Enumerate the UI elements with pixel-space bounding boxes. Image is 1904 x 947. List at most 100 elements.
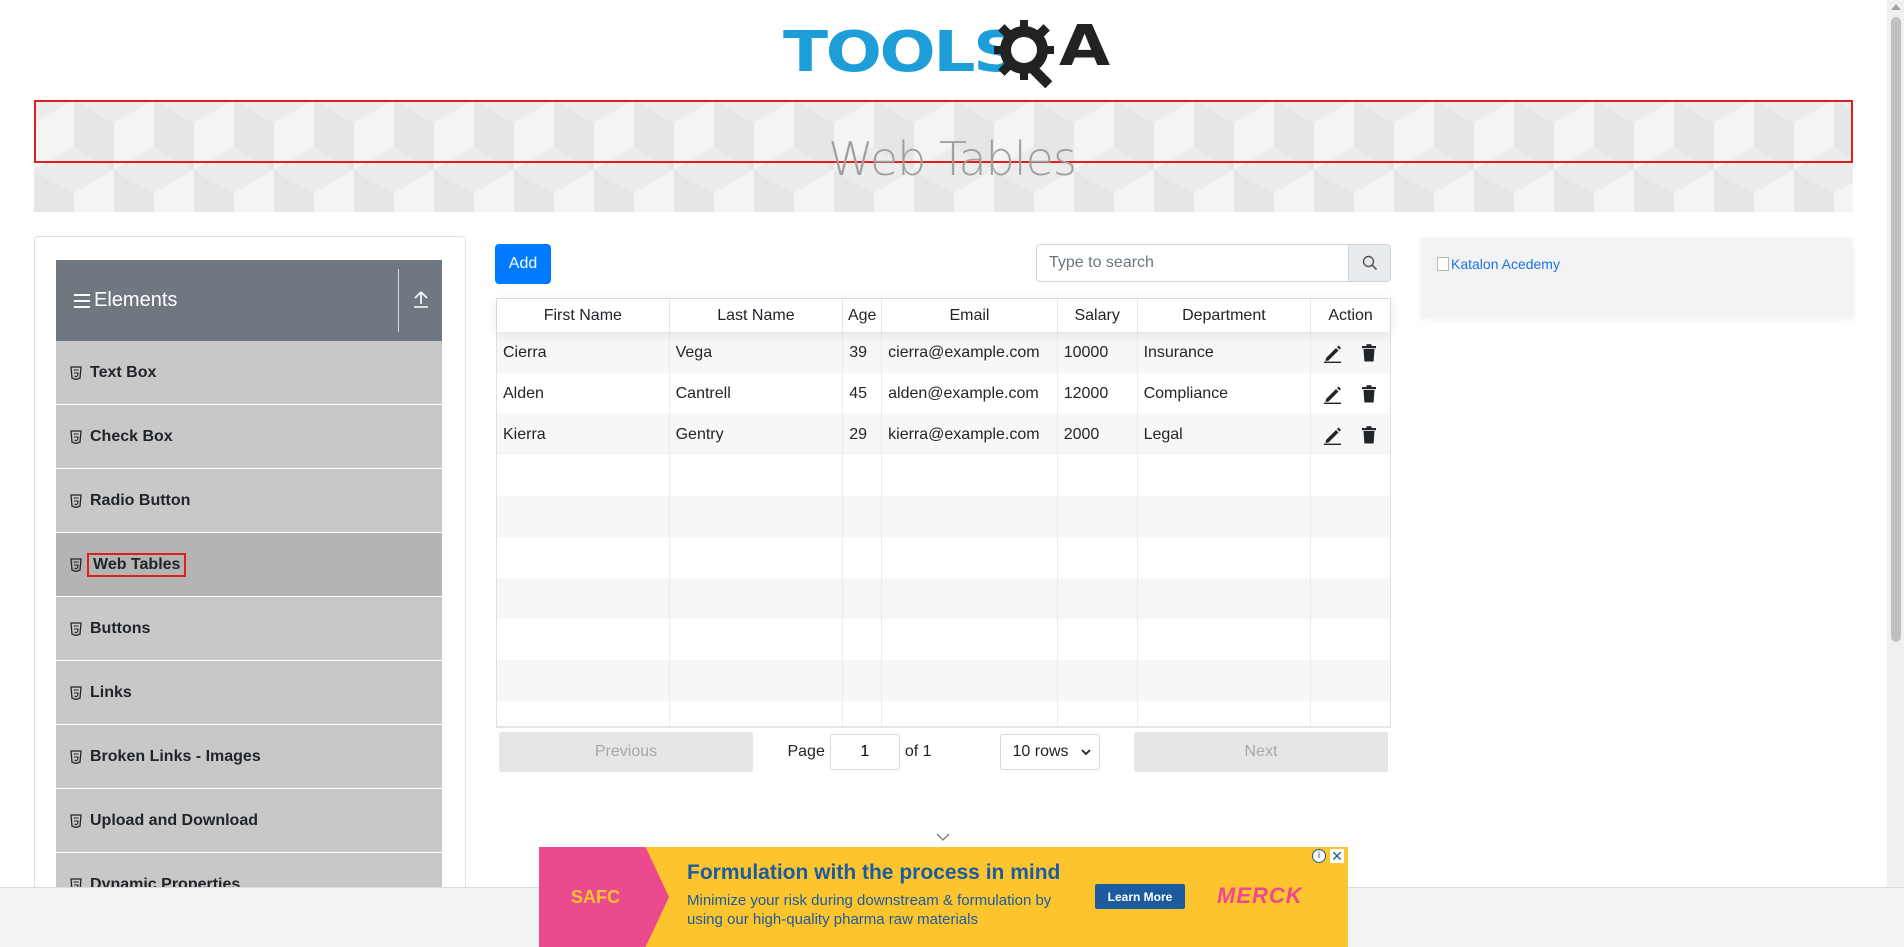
column-header-salary[interactable]: Salary: [1058, 299, 1138, 332]
table-row: Cierra Vega 39 cierra@example.com 10000 Insur…: [497, 332, 1390, 373]
cell-age: 45: [843, 373, 883, 414]
delete-trash-icon[interactable]: [1359, 425, 1379, 445]
bottom-banner-ad[interactable]: SAFC Formulation with the process in min…: [539, 847, 1348, 947]
menu-icon: [74, 293, 90, 308]
cell-last: [670, 619, 844, 660]
column-header-age[interactable]: Age: [843, 299, 883, 332]
sidebar-item-label: Broken Links - Images: [90, 747, 261, 765]
scroll-up-arrow-icon[interactable]: [1891, 4, 1901, 10]
side-ad: Katalon Acedemy: [1421, 238, 1853, 318]
cell-email: [882, 496, 1058, 537]
cell-salary: 10000: [1058, 332, 1138, 373]
toolsqa-logo[interactable]: TOOLS A: [783, 14, 1110, 90]
previous-button[interactable]: Previous: [499, 732, 753, 772]
search-button[interactable]: [1348, 245, 1390, 281]
page-number-input[interactable]: [829, 734, 900, 770]
table-row: Alden Cantrell 45 alden@example.com 12000 Com…: [497, 373, 1390, 414]
next-button[interactable]: Next: [1134, 732, 1388, 772]
cell-age: [843, 537, 883, 578]
column-header-first-name[interactable]: First Name: [497, 299, 670, 332]
table-body: Cierra Vega 39 cierra@example.com 10000 Insur…: [497, 332, 1390, 742]
table-row: Kierra Gentry 29 kierra@example.com 2000 Lega…: [497, 414, 1390, 455]
edit-pencil-icon[interactable]: [1323, 343, 1343, 363]
cell-email: [882, 537, 1058, 578]
html-file-icon: [70, 557, 82, 572]
search-icon: [1362, 255, 1377, 271]
cell-department: [1138, 496, 1312, 537]
search-box: [1036, 244, 1391, 282]
cell-action: [1311, 455, 1390, 496]
edit-pencil-icon[interactable]: [1323, 425, 1343, 445]
cell-email: [882, 578, 1058, 619]
sidebar-item-radio-button[interactable]: Radio Button: [56, 469, 442, 533]
sidebar-item-label: Web Tables: [87, 552, 187, 577]
sidebar-item-links[interactable]: Links: [56, 661, 442, 725]
sidebar-item-upload-and-download[interactable]: Upload and Download: [56, 789, 442, 853]
cell-action: [1311, 414, 1390, 455]
column-header-last-name[interactable]: Last Name: [670, 299, 844, 332]
page-label: Page: [787, 743, 825, 760]
cell-first: Cierra: [497, 332, 670, 373]
cell-action: [1311, 619, 1390, 660]
scroll-thumb[interactable]: [1891, 17, 1901, 642]
table-row: [497, 496, 1390, 537]
html-file-icon: [70, 813, 82, 828]
html-file-icon: [70, 685, 82, 700]
cell-first: [497, 537, 670, 578]
ad-close-icon[interactable]: ✕: [1330, 849, 1344, 863]
chevron-down-icon: [1080, 748, 1091, 755]
pagination: Previous Page of 1 10 rows Next: [496, 726, 1391, 776]
column-header-department[interactable]: Department: [1138, 299, 1312, 332]
cell-salary: [1058, 660, 1138, 701]
cell-first: [497, 660, 670, 701]
cell-last: [670, 455, 844, 496]
cell-department: Legal: [1138, 414, 1312, 455]
sidebar-item-buttons[interactable]: Buttons: [56, 597, 442, 661]
table-row: [497, 455, 1390, 496]
sidebar-item-text-box[interactable]: Text Box: [56, 341, 442, 405]
cell-email: cierra@example.com: [882, 332, 1058, 373]
cell-email: [882, 619, 1058, 660]
edit-pencil-icon[interactable]: [1323, 384, 1343, 404]
broken-image-icon: [1437, 257, 1449, 271]
ad-learn-more-button[interactable]: Learn More: [1095, 884, 1185, 909]
cell-first: [497, 578, 670, 619]
column-header-email[interactable]: Email: [882, 299, 1058, 332]
cell-salary: [1058, 578, 1138, 619]
katalon-academy-link[interactable]: Katalon Acedemy: [1437, 256, 1560, 272]
cell-action: [1311, 373, 1390, 414]
ad-logo: MERCK: [1217, 883, 1303, 908]
delete-trash-icon[interactable]: [1359, 384, 1379, 404]
cell-salary: [1058, 455, 1138, 496]
cell-email: [882, 660, 1058, 701]
rows-per-page-select[interactable]: 10 rows: [999, 734, 1100, 770]
sidebar-item-broken-links-images[interactable]: Broken Links - Images: [56, 725, 442, 789]
cell-last: [670, 660, 844, 701]
side-ad-alt-text: Katalon Acedemy: [1451, 256, 1560, 272]
ad-info-icon[interactable]: i: [1312, 849, 1326, 863]
sidebar-item-label: Upload and Download: [90, 811, 258, 829]
cell-age: [843, 660, 883, 701]
search-input[interactable]: [1037, 245, 1348, 281]
collapse-ad-chevron-icon[interactable]: [936, 832, 950, 842]
add-button[interactable]: Add: [495, 244, 551, 284]
ad-copy: Minimize your risk during downstream & f…: [687, 892, 1052, 928]
cell-action: [1311, 537, 1390, 578]
html-file-icon: [70, 621, 82, 636]
cell-department: [1138, 455, 1312, 496]
collapse-arrow-icon[interactable]: [412, 288, 430, 310]
sidebar-item-web-tables[interactable]: Web Tables: [56, 533, 442, 597]
cell-department: [1138, 578, 1312, 619]
delete-trash-icon[interactable]: [1359, 343, 1379, 363]
sidebar-item-label: Links: [90, 683, 132, 701]
page-title: Web Tables: [828, 132, 1077, 186]
cell-department: [1138, 660, 1312, 701]
sidebar-group-header-elements[interactable]: Elements: [56, 260, 442, 341]
sidebar-item-check-box[interactable]: Check Box: [56, 405, 442, 469]
page-scrollbar[interactable]: [1887, 0, 1904, 887]
cell-age: 39: [843, 332, 883, 373]
table-row: [497, 619, 1390, 660]
cell-age: [843, 578, 883, 619]
cell-department: [1138, 537, 1312, 578]
sidebar-group-title: Elements: [94, 289, 178, 311]
